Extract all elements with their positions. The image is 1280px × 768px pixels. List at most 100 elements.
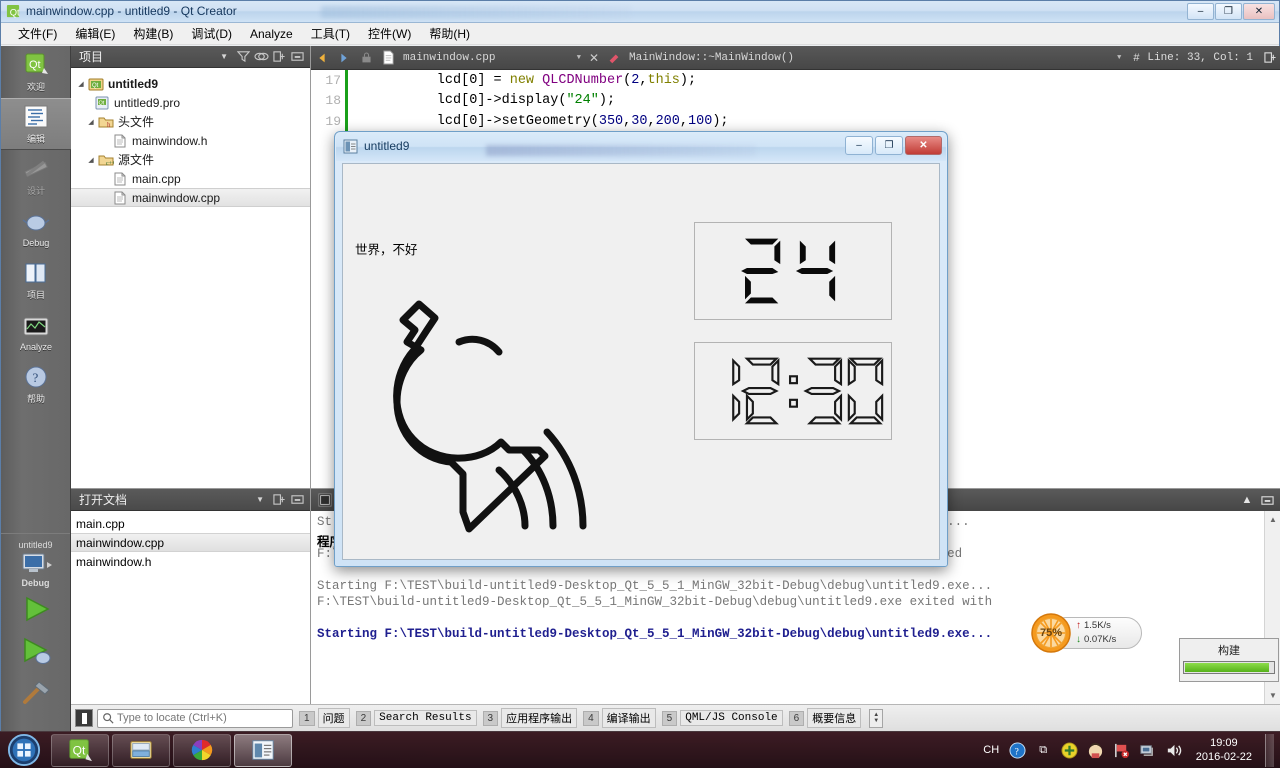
tree-item-untitled9-pro[interactable]: Qt untitled9.pro bbox=[71, 93, 310, 112]
close-document-button[interactable]: ✕ bbox=[585, 51, 603, 65]
taskbar-untitled9-app[interactable] bbox=[234, 733, 292, 767]
taskbar-clock[interactable]: 19:09 2016-02-22 bbox=[1190, 736, 1258, 764]
open-file-combo[interactable]: mainwindow.cpp ▼ bbox=[399, 48, 585, 68]
toggle-sidebar-button[interactable] bbox=[75, 709, 93, 727]
tray-help-icon[interactable]: ? bbox=[1008, 741, 1027, 760]
network-speed-widget[interactable]: 75% ↑ 1.5K/s ↓ 0.07K/s bbox=[1028, 613, 1143, 653]
split-icon[interactable] bbox=[270, 491, 288, 509]
app-maximize-button[interactable]: ❐ bbox=[875, 136, 903, 155]
go-back-icon[interactable] bbox=[311, 47, 333, 69]
app-close-button[interactable]: ✕ bbox=[905, 136, 942, 155]
output-scroll-stepper[interactable]: ▲ ▼ bbox=[869, 708, 884, 728]
tray-plus-icon[interactable] bbox=[1060, 741, 1079, 760]
output-button-compile-output[interactable]: 4 编译输出 bbox=[583, 708, 656, 728]
tray-ime[interactable]: CH bbox=[982, 741, 1001, 760]
svg-text:c++: c++ bbox=[106, 161, 114, 167]
chevron-down-icon[interactable]: ▼ bbox=[577, 54, 581, 62]
tray-overflow-icon[interactable]: ⧉ bbox=[1034, 741, 1053, 760]
chevron-down-icon[interactable]: ▼ bbox=[1117, 54, 1121, 62]
taskbar-qt-creator[interactable]: Qt bbox=[51, 733, 109, 767]
output-button-search-results[interactable]: 2 Search Results bbox=[355, 709, 477, 728]
mode-analyze[interactable]: Analyze bbox=[1, 306, 71, 358]
title-ghost-artifact bbox=[321, 6, 631, 18]
minimize-button[interactable]: – bbox=[1187, 3, 1214, 20]
download-speed: 0.07K/s bbox=[1084, 634, 1117, 645]
output-button-issues[interactable]: 1 问题 bbox=[299, 708, 350, 728]
tree-item-untitled9[interactable]: ◢ Qt untitled9 bbox=[71, 74, 310, 93]
go-forward-icon[interactable] bbox=[333, 47, 355, 69]
app-window-controls: – ❐ ✕ bbox=[845, 136, 942, 155]
expander-icon[interactable]: ◢ bbox=[75, 80, 87, 88]
mode-edit[interactable]: 编辑 bbox=[1, 98, 71, 150]
kit-selector[interactable]: untitled9 Debug bbox=[1, 540, 70, 588]
mode-projects[interactable]: 项目 bbox=[1, 254, 71, 306]
tray-qq-icon[interactable] bbox=[1086, 741, 1105, 760]
menu-help[interactable]: 帮助(H) bbox=[420, 23, 479, 44]
split-editor-icon[interactable] bbox=[1259, 47, 1280, 69]
app-titlebar[interactable]: untitled9 – ❐ ✕ bbox=[336, 133, 946, 161]
menu-tools[interactable]: 工具(T) bbox=[302, 23, 359, 44]
lock-icon[interactable] bbox=[355, 47, 377, 69]
document-item-mainwindow-h[interactable]: mainwindow.h bbox=[71, 552, 310, 571]
symbol-combo[interactable]: MainWindow::~MainWindow() ▼ bbox=[625, 48, 1125, 68]
close-button[interactable]: ✕ bbox=[1243, 3, 1275, 20]
taskbar-explorer[interactable] bbox=[112, 733, 170, 767]
filter-icon[interactable] bbox=[234, 48, 252, 66]
run-button[interactable] bbox=[1, 588, 71, 630]
untitled9-app-window[interactable]: untitled9 – ❐ ✕ 世界，不好 bbox=[334, 131, 948, 567]
menu-window[interactable]: 控件(W) bbox=[359, 23, 420, 44]
tree-item-main-cpp[interactable]: main.cpp bbox=[71, 169, 310, 188]
scroll-down-icon[interactable]: ▼ bbox=[1265, 687, 1280, 703]
expander-icon[interactable]: ◢ bbox=[85, 156, 97, 164]
chevron-up-icon[interactable]: ▲ bbox=[1237, 491, 1257, 509]
mode-label: 项目 bbox=[26, 290, 45, 300]
menu-debug[interactable]: 调试(D) bbox=[182, 23, 241, 44]
svg-text:?: ? bbox=[33, 370, 39, 385]
app-minimize-button[interactable]: – bbox=[845, 136, 873, 155]
mode-design[interactable]: 设计 bbox=[1, 150, 71, 202]
maximize-button[interactable]: ❐ bbox=[1215, 3, 1242, 20]
mode-debug[interactable]: Debug bbox=[1, 202, 71, 254]
build-progress-fill bbox=[1185, 663, 1269, 672]
desktop-kit-icon bbox=[19, 552, 53, 578]
menu-bar: 文件(F) 编辑(E) 构建(B) 调试(D) Analyze 工具(T) 控件… bbox=[1, 23, 1279, 45]
document-item-mainwindow-cpp[interactable]: mainwindow.cpp bbox=[71, 533, 310, 552]
menu-file[interactable]: 文件(F) bbox=[9, 23, 66, 44]
menu-build[interactable]: 构建(B) bbox=[124, 23, 182, 44]
build-project-button[interactable] bbox=[1, 672, 71, 714]
output-button-general-messages[interactable]: 6 概要信息 bbox=[788, 708, 862, 728]
chevron-down-icon[interactable]: ▼ bbox=[873, 718, 879, 724]
tree-item-headers-folder[interactable]: ◢ h 头文件 bbox=[71, 112, 310, 131]
chevron-down-icon[interactable]: ▼ bbox=[250, 495, 270, 504]
locator-input[interactable]: Type to locate (Ctrl+K) bbox=[97, 708, 293, 728]
close-pane-icon[interactable] bbox=[288, 48, 306, 66]
close-pane-icon[interactable] bbox=[288, 491, 306, 509]
link-editor-icon[interactable] bbox=[252, 48, 270, 66]
document-item-main-cpp[interactable]: main.cpp bbox=[71, 514, 310, 533]
mode-help[interactable]: ? 帮助 bbox=[1, 358, 71, 410]
tray-flag-icon[interactable] bbox=[1112, 741, 1131, 760]
mode-welcome[interactable]: Qt 欢迎 bbox=[1, 46, 71, 98]
tree-item-mainwindow-h[interactable]: mainwindow.h bbox=[71, 131, 310, 150]
show-desktop-button[interactable] bbox=[1265, 733, 1274, 767]
speed-rows: ↑ 1.5K/s ↓ 0.07K/s bbox=[1076, 619, 1116, 647]
output-button-qml-js-console[interactable]: 5 QML/JS Console bbox=[661, 709, 783, 728]
taskbar-colorwheel[interactable] bbox=[173, 733, 231, 767]
split-icon[interactable] bbox=[270, 48, 288, 66]
expander-icon[interactable]: ◢ bbox=[85, 118, 97, 126]
menu-analyze[interactable]: Analyze bbox=[241, 25, 302, 43]
tray-network-icon[interactable] bbox=[1138, 741, 1157, 760]
tree-item-sources-folder[interactable]: ◢ c++ 源文件 bbox=[71, 150, 310, 169]
chevron-down-icon[interactable]: ▼ bbox=[214, 52, 234, 61]
titlebar: Qt mainwindow.cpp - untitled9 - Qt Creat… bbox=[1, 1, 1279, 23]
start-button[interactable] bbox=[0, 733, 48, 768]
menu-edit[interactable]: 编辑(E) bbox=[66, 23, 124, 44]
output-button-app-output[interactable]: 3 应用程序输出 bbox=[482, 708, 578, 728]
minimize-pane-icon[interactable] bbox=[1257, 491, 1277, 509]
start-debugging-button[interactable] bbox=[1, 630, 71, 672]
output-window-icon[interactable] bbox=[315, 491, 335, 509]
svg-text:Qt: Qt bbox=[29, 59, 41, 71]
scroll-up-icon[interactable]: ▲ bbox=[1265, 511, 1280, 527]
tray-volume-icon[interactable] bbox=[1164, 741, 1183, 760]
tree-item-mainwindow-cpp[interactable]: mainwindow.cpp bbox=[71, 188, 310, 207]
